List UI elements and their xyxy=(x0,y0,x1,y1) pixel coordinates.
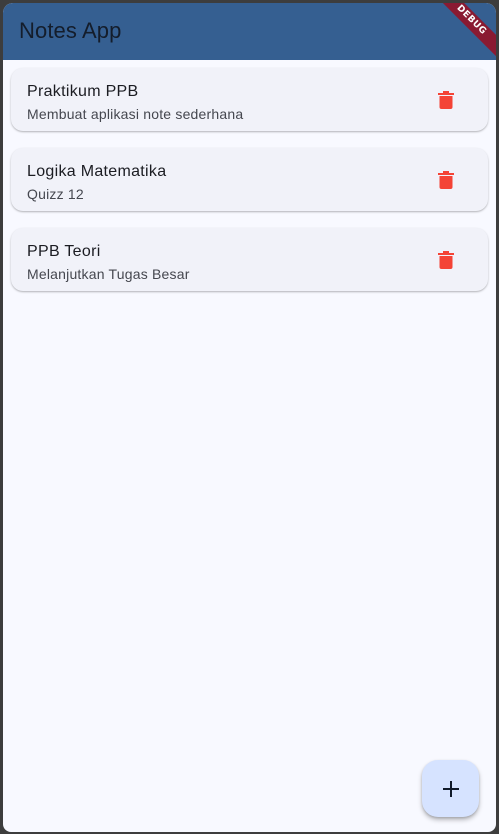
trash-icon xyxy=(438,251,454,269)
note-card[interactable]: PPB Teori Melanjutkan Tugas Besar xyxy=(11,228,488,291)
note-title: PPB Teori xyxy=(27,243,101,260)
debug-banner: DEBUG xyxy=(426,3,496,60)
delete-button[interactable] xyxy=(426,80,466,120)
notes-list: Praktikum PPB Membuat aplikasi note sede… xyxy=(11,68,488,308)
app-bar: Notes App DEBUG xyxy=(3,3,496,60)
note-card[interactable]: Logika Matematika Quizz 12 xyxy=(11,148,488,211)
delete-button[interactable] xyxy=(426,160,466,200)
note-title: Logika Matematika xyxy=(27,163,167,180)
plus-icon xyxy=(442,780,459,797)
app-title: Notes App xyxy=(19,18,122,43)
trash-icon xyxy=(438,171,454,189)
app-window: Notes App DEBUG Praktikum PPB Membuat ap… xyxy=(3,3,496,832)
add-note-button[interactable] xyxy=(422,760,479,817)
delete-button[interactable] xyxy=(426,240,466,280)
note-subtitle: Membuat aplikasi note sederhana xyxy=(27,106,244,122)
note-card[interactable]: Praktikum PPB Membuat aplikasi note sede… xyxy=(11,68,488,131)
note-subtitle: Melanjutkan Tugas Besar xyxy=(27,266,190,282)
note-title: Praktikum PPB xyxy=(27,83,139,100)
note-subtitle: Quizz 12 xyxy=(27,186,84,202)
trash-icon xyxy=(438,91,454,109)
